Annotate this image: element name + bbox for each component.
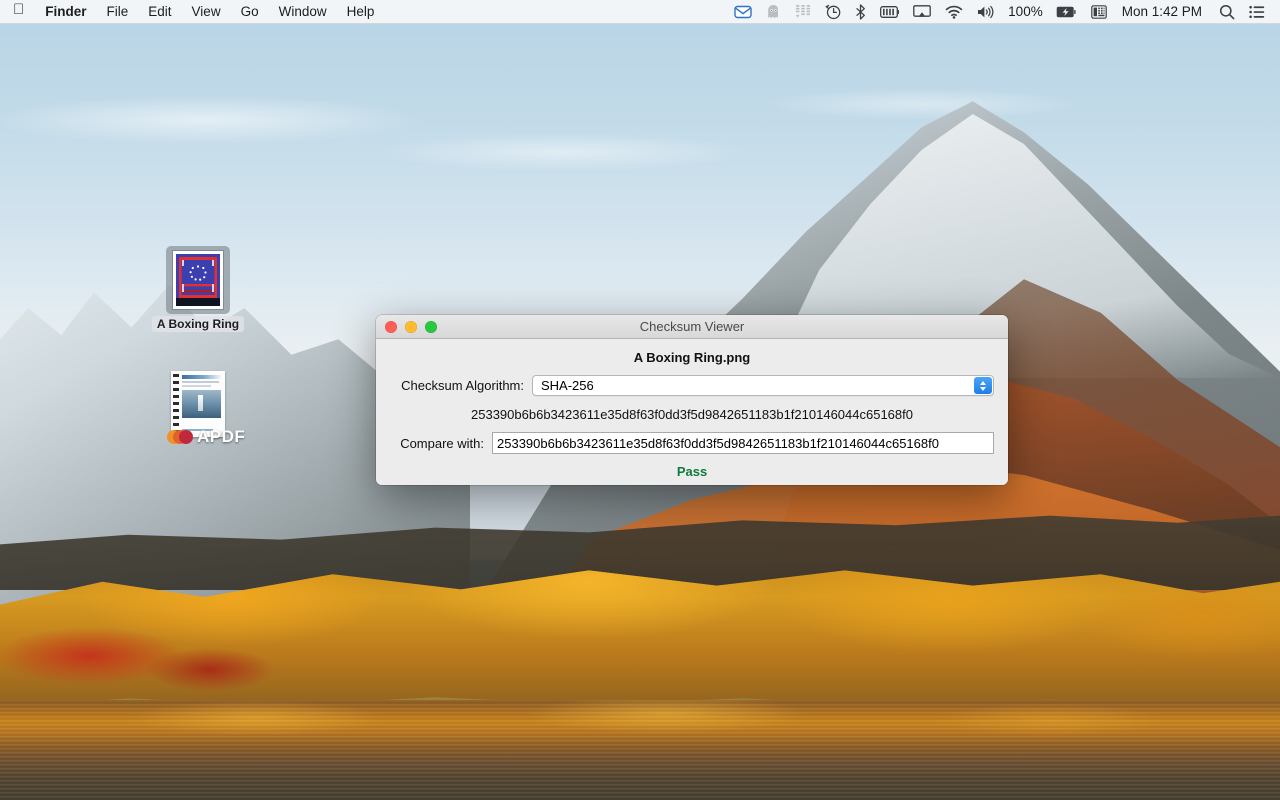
pdf-subtitle-line [182,381,219,383]
menu-item-edit[interactable]: Edit [138,0,181,24]
boxing-ring-svg [176,254,220,306]
airplay-screen-icon[interactable] [906,0,938,24]
apdf-thumbnail[interactable]: APDF [166,371,245,446]
equalizer-sliders-icon[interactable] [788,0,818,24]
pdf-spiral-binding [173,374,179,434]
compare-with-label: Compare with: [400,435,484,451]
desktop-icon-apdf[interactable]: APDF [143,371,253,446]
apdf-app-badge: APDF [167,427,245,447]
computed-checksum-value: 253390b6b6b3423611e35d8f63f0dd3f5d984265… [471,407,913,422]
compare-row: Compare with: 253390b6b6b3423611e35d8f63… [390,432,994,454]
pdf-title-line [182,375,222,379]
menu-item-finder[interactable]: Finder [35,0,96,24]
a-boxing-ring-thumbnail[interactable] [166,246,230,314]
pdf-text-line [182,385,211,387]
algorithm-label: Checksum Algorithm: [401,378,524,393]
pdf-document-icon: APDF [167,371,245,446]
input-source-keyboard-icon[interactable] [1084,0,1114,24]
menu-bar:  Finder File Edit View Go Window Help [0,0,1280,24]
spotlight-search-icon[interactable] [1212,0,1242,24]
volume-speaker-icon[interactable] [970,0,1002,24]
mail-envelope-icon[interactable] [727,0,759,24]
desktop:  Finder File Edit View Go Window Help [0,0,1280,800]
menu-item-window[interactable]: Window [269,0,337,24]
checksum-viewer-window[interactable]: Checksum Viewer A Boxing Ring.png Checks… [376,315,1008,485]
apple-logo-icon[interactable]:  [0,0,35,24]
menu-item-go[interactable]: Go [231,0,269,24]
window-content: A Boxing Ring.png Checksum Algorithm: SH… [376,339,1008,485]
ghost-icon[interactable] [759,0,788,24]
desktop-icon-a-boxing-ring[interactable]: A Boxing Ring [143,246,253,333]
wallpaper-lake-shimmer [0,700,1280,800]
chevron-up-down-icon[interactable] [974,377,992,394]
menu-bar-clock[interactable]: Mon 1:42 PM [1114,4,1212,19]
menu-item-help[interactable]: Help [337,0,385,24]
desktop-icon-label-a-boxing-ring: A Boxing Ring [151,316,245,332]
battery-charging-icon[interactable] [1049,0,1084,24]
file-name-heading: A Boxing Ring.png [633,350,751,365]
window-title: Checksum Viewer [639,319,745,334]
time-machine-clock-icon[interactable] [818,0,848,24]
icon-selection-highlight [166,246,230,314]
algorithm-select[interactable]: SHA-256 [532,375,994,396]
wallpaper-red-shrubs [0,620,300,710]
bluetooth-icon[interactable] [848,0,873,24]
algorithm-selected-value: SHA-256 [541,378,594,393]
notification-center-icon[interactable] [1242,0,1272,24]
window-title-bar[interactable]: Checksum Viewer [376,315,1008,339]
battery-percent-label: 100% [1008,4,1043,19]
menu-bar-left:  Finder File Edit View Go Window Help [0,0,384,24]
menu-item-file[interactable]: File [97,0,139,24]
apdf-badge-label: APDF [197,427,246,446]
pdf-lighthouse-photo [182,390,221,418]
menu-item-view[interactable]: View [182,0,231,24]
status-badge: Pass [676,464,708,479]
menu-bar-status-area: 100% Mon 1:42 PM [727,0,1280,24]
image-preview-frame [173,251,223,309]
compare-with-input[interactable]: 253390b6b6b3423611e35d8f63f0dd3f5d984265… [492,432,994,454]
algorithm-row: Checksum Algorithm: SHA-256 [390,375,994,396]
boxing-ring-artwork [176,254,220,306]
battery-cells-icon[interactable] [873,0,906,24]
wifi-icon[interactable] [938,0,970,24]
apdf-dots-icon [167,430,193,444]
